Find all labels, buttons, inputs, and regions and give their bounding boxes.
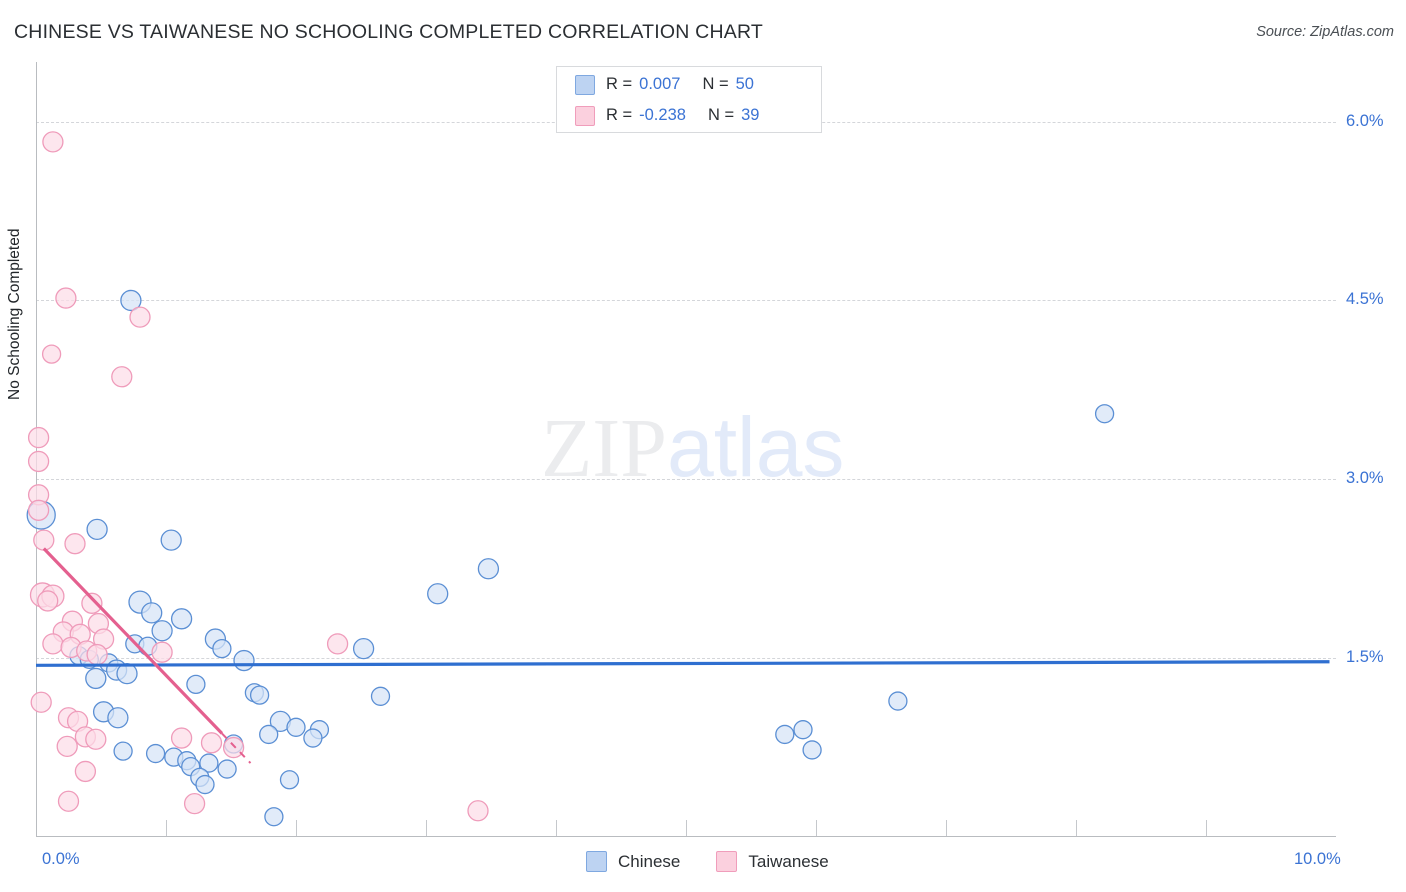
legend-swatch-taiwanese [575, 105, 595, 126]
series-points-chinese [26, 289, 1115, 827]
scatter-plot-svg [26, 131, 1330, 827]
scatter-point[interactable] [303, 728, 323, 748]
scatter-point[interactable] [30, 691, 52, 713]
scatter-point[interactable] [249, 685, 270, 705]
scatter-point[interactable] [802, 740, 822, 760]
series-label-taiwanese: Taiwanese [748, 851, 829, 871]
scatter-point[interactable] [326, 633, 349, 655]
scatter-point[interactable] [41, 344, 62, 364]
scatter-point[interactable] [64, 533, 86, 555]
scatter-point[interactable] [151, 641, 173, 663]
r-label-taiwanese: R = [606, 106, 633, 124]
scatter-point[interactable] [888, 691, 908, 711]
scatter-point[interactable] [183, 792, 206, 815]
correlation-chart: CHINESE VS TAIWANESE NO SCHOOLING COMPLE… [0, 0, 1406, 892]
scatter-point[interactable] [1094, 404, 1115, 424]
scatter-point[interactable] [113, 741, 133, 761]
scatter-point[interactable] [286, 717, 306, 737]
scatter-point[interactable] [111, 366, 133, 388]
r-label-chinese: R = [606, 75, 633, 93]
series-legend-item-taiwanese[interactable]: Taiwanese [716, 851, 829, 872]
n-value-chinese: 50 [735, 75, 754, 93]
scatter-point[interactable] [212, 638, 232, 659]
series-legend-item-chinese[interactable]: Chinese [586, 851, 680, 872]
page-title: CHINESE VS TAIWANESE NO SCHOOLING COMPLE… [14, 21, 763, 43]
scatter-point[interactable] [37, 590, 59, 612]
scatter-point[interactable] [793, 720, 813, 740]
scatter-point[interactable] [74, 760, 97, 783]
scatter-point[interactable] [352, 637, 375, 660]
scatter-point[interactable] [27, 426, 50, 449]
scatter-point[interactable] [85, 667, 107, 690]
scatter-point[interactable] [151, 620, 173, 642]
n-label-chinese: N = [702, 75, 729, 93]
legend-swatch-chinese [575, 74, 595, 95]
scatter-point[interactable] [107, 707, 129, 729]
r-value-chinese: 0.007 [639, 75, 681, 93]
scatter-point[interactable] [170, 608, 193, 630]
scatter-point[interactable] [264, 807, 284, 827]
scatter-point[interactable] [222, 736, 245, 759]
series-label-chinese: Chinese [618, 851, 681, 871]
x-tick-label-max: 10.0% [1294, 850, 1341, 868]
scatter-point[interactable] [186, 674, 206, 695]
plot-area: ZIPatlas No Schooling Completed 1.5% 3.0%… [6, 62, 1384, 868]
scatter-point[interactable] [427, 583, 449, 605]
scatter-point[interactable] [200, 732, 223, 754]
scatter-point[interactable] [56, 735, 78, 758]
n-value-taiwanese: 39 [741, 106, 760, 124]
scatter-point[interactable] [42, 633, 64, 655]
x-tick-label-min: 0.0% [42, 850, 80, 868]
scatter-point[interactable] [217, 759, 237, 779]
trendline-chinese [35, 660, 1330, 667]
scatter-point[interactable] [775, 724, 795, 745]
correlation-row-taiwanese: R = -0.238 N = 39 [575, 102, 821, 129]
scatter-point[interactable] [477, 558, 500, 580]
y-tick-label: 4.5% [1346, 290, 1384, 309]
r-value-taiwanese: -0.238 [639, 106, 686, 124]
scatter-point[interactable] [27, 450, 50, 473]
n-label-taiwanese: N = [707, 106, 735, 124]
scatter-point[interactable] [57, 790, 80, 812]
correlation-row-chinese: R = 0.007 N = 50 [575, 71, 821, 98]
series-legend: Chinese Taiwanese [586, 851, 865, 872]
scatter-point[interactable] [145, 743, 166, 764]
scatter-point[interactable] [33, 529, 55, 551]
scatter-point[interactable] [259, 724, 279, 745]
scatter-point[interactable] [195, 774, 215, 795]
scatter-point[interactable] [467, 800, 489, 822]
scatter-point[interactable] [86, 643, 108, 666]
series-swatch-chinese [586, 851, 607, 872]
scatter-point[interactable] [370, 686, 391, 706]
scatter-point[interactable] [85, 728, 107, 750]
y-tick-label: 1.5% [1346, 648, 1384, 667]
scatter-point[interactable] [170, 727, 193, 749]
y-tick-label: 6.0% [1346, 111, 1384, 130]
scatter-point[interactable] [86, 518, 108, 541]
source-attribution: Source: ZipAtlas.com [1256, 24, 1394, 40]
series-swatch-taiwanese [716, 851, 738, 872]
scatter-point[interactable] [42, 131, 64, 153]
scatter-point[interactable] [160, 529, 182, 551]
y-tick-label: 3.0% [1346, 469, 1384, 488]
y-axis-title: No Schooling Completed [6, 228, 23, 400]
scatter-point[interactable] [141, 602, 163, 624]
scatter-point[interactable] [55, 287, 77, 309]
scatter-point[interactable] [279, 770, 300, 790]
scatter-point[interactable] [27, 499, 50, 521]
scatter-point[interactable] [233, 649, 255, 672]
scatter-point[interactable] [129, 306, 151, 328]
correlation-legend: R = 0.007 N = 50 R = -0.238 N = 39 [556, 66, 822, 133]
